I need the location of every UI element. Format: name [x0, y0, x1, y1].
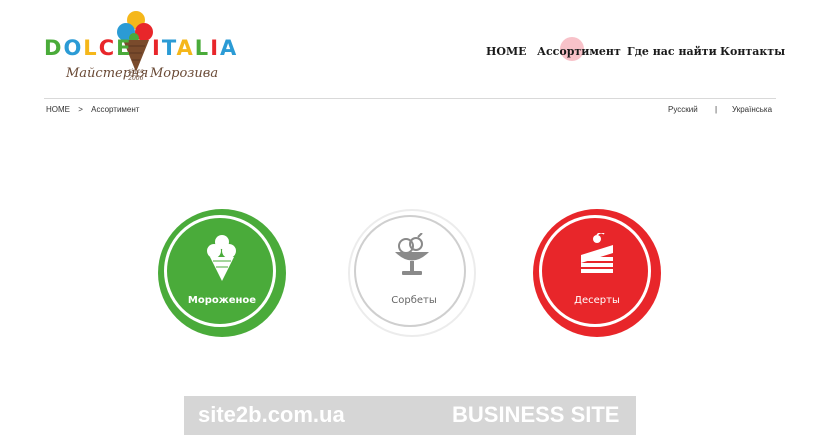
watermark-right-text: BUSINESS SITE — [452, 402, 620, 427]
site-logo[interactable]: DOLCE ITALIA Майстерня since 2006 Морози… — [44, 8, 236, 92]
brand-name-left: DOLCE — [44, 36, 133, 60]
nav-item-contacts[interactable]: Контакты — [720, 45, 785, 58]
tagline-right: Морозива — [150, 66, 219, 81]
since-badge: since 2006 — [128, 68, 144, 82]
header-divider — [44, 98, 776, 99]
category-label-ice-cream: Мороженое — [187, 295, 257, 306]
since-year: 2006 — [128, 75, 144, 82]
category-desserts[interactable]: Десерты — [533, 209, 661, 337]
site-header: DOLCE ITALIA Майстерня since 2006 Морози… — [0, 0, 820, 98]
watermark-left-text: site2b.com.ua — [198, 402, 345, 427]
brand-name-right: ITALIA — [152, 36, 239, 60]
breadcrumb: HOME > Ассортимент — [46, 105, 145, 114]
lang-ukrainian[interactable]: Українська — [732, 105, 772, 114]
cake-slice-icon — [581, 233, 613, 273]
watermark-banner: site2b.com.ua BUSINESS SITE — [184, 396, 636, 435]
since-label: since — [128, 68, 144, 75]
lang-separator: | — [715, 105, 718, 114]
breadcrumb-home[interactable]: HOME — [46, 105, 70, 114]
lang-russian[interactable]: Русский — [668, 105, 698, 114]
nav-item-location[interactable]: Где нас найти — [627, 45, 717, 58]
breadcrumb-current: Ассортимент — [91, 105, 140, 114]
category-sorbets[interactable]: Сорбеты — [348, 209, 476, 337]
category-label-sorbets: Сорбеты — [391, 295, 437, 306]
breadcrumb-separator: > — [78, 105, 83, 114]
nav-item-assortment[interactable]: Ассортимент — [537, 45, 621, 58]
sorbet-cup-icon — [395, 233, 429, 275]
category-label-desserts: Десерты — [574, 295, 620, 306]
nav-item-home[interactable]: HOME — [486, 45, 527, 58]
category-ice-cream[interactable]: Мороженое — [158, 209, 286, 337]
ice-cream-cone-icon — [207, 235, 236, 281]
